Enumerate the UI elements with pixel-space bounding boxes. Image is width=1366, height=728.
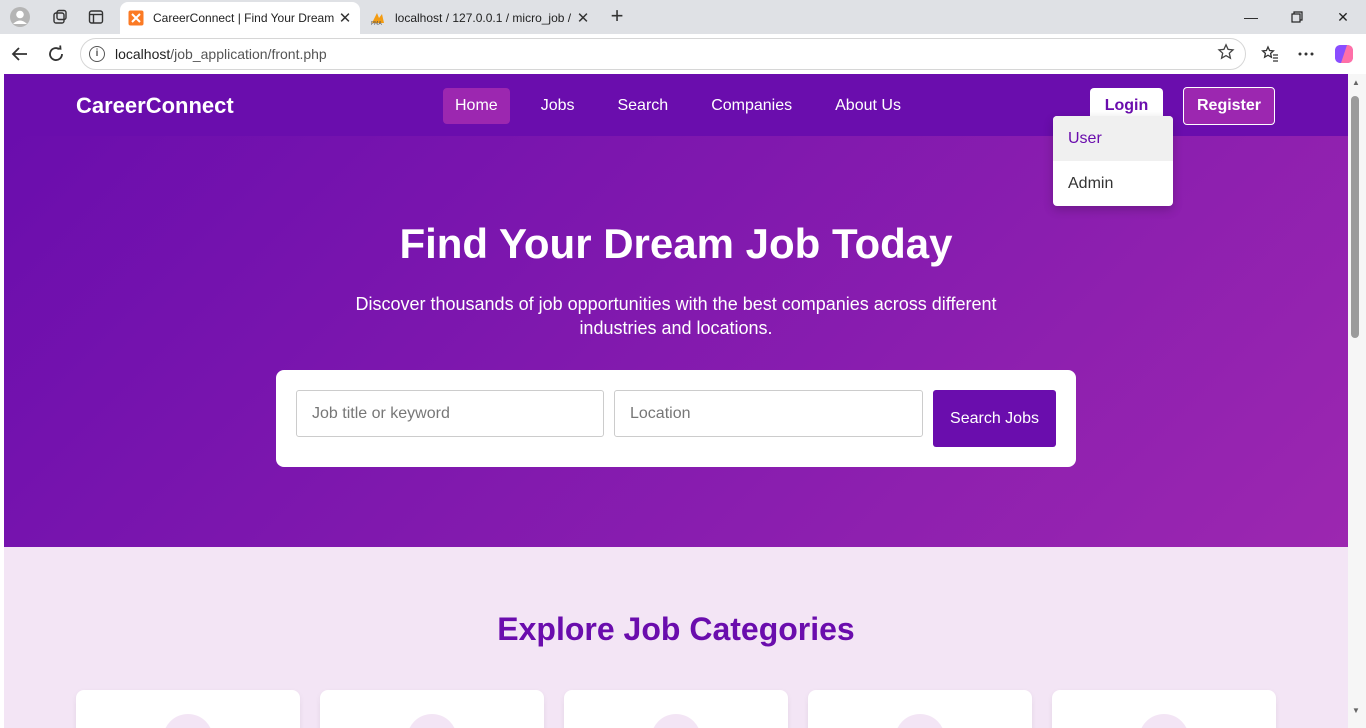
dropdown-item-admin[interactable]: Admin (1053, 161, 1173, 206)
tab-actions-icon[interactable] (83, 5, 109, 29)
close-tab-icon[interactable]: ✕ (572, 9, 594, 27)
nav-home[interactable]: Home (443, 88, 510, 124)
category-icon (651, 714, 701, 728)
nav-search[interactable]: Search (605, 88, 680, 124)
browser-tab-bar: CareerConnect | Find Your Dream Job ✕ PM… (0, 0, 1366, 34)
restore-icon[interactable] (1274, 0, 1320, 34)
url-path: /job_application/front.php (170, 46, 327, 62)
scroll-down-icon[interactable]: ▼ (1351, 706, 1361, 715)
location-input[interactable] (614, 390, 923, 437)
minimize-icon[interactable]: — (1228, 0, 1274, 34)
scroll-up-icon[interactable]: ▲ (1351, 78, 1361, 87)
new-tab-icon[interactable]: + (604, 4, 630, 30)
close-tab-icon[interactable]: ✕ (334, 9, 356, 27)
nav-jobs[interactable]: Jobs (529, 88, 587, 124)
address-bar-row: i localhost/job_application/front.php (0, 34, 1366, 74)
category-icon (895, 714, 945, 728)
nav-about-us[interactable]: About Us (823, 88, 913, 124)
tab-title: CareerConnect | Find Your Dream Job (153, 11, 334, 25)
more-menu-icon[interactable] (1292, 40, 1320, 68)
hero-subtitle: Discover thousands of job opportunities … (355, 294, 997, 338)
login-dropdown-menu: User Admin (1053, 116, 1173, 206)
refresh-icon[interactable] (42, 40, 70, 68)
keyword-input[interactable] (296, 390, 604, 437)
category-icon (407, 714, 457, 728)
page-scrollbar[interactable]: ▲ ▼ (1348, 74, 1366, 728)
tab-phpmyadmin[interactable]: PMA localhost / 127.0.0.1 / micro_job / … (362, 2, 598, 34)
url-host: localhost (115, 46, 171, 62)
site-info-icon[interactable]: i (89, 46, 105, 62)
phpmyadmin-favicon-icon: PMA (370, 10, 386, 27)
site-logo[interactable]: CareerConnect (76, 93, 234, 119)
tab-careerconnect[interactable]: CareerConnect | Find Your Dream Job ✕ (120, 2, 360, 34)
category-card[interactable] (76, 690, 300, 728)
hero-title: Find Your Dream Job Today (399, 220, 953, 267)
category-card[interactable] (564, 690, 788, 728)
close-window-icon[interactable]: ✕ (1320, 0, 1366, 34)
back-icon[interactable] (6, 40, 34, 68)
register-button[interactable]: Register (1183, 87, 1275, 125)
category-card[interactable] (1052, 690, 1276, 728)
scrollbar-thumb[interactable] (1351, 96, 1359, 338)
category-card[interactable] (808, 690, 1032, 728)
nav-companies[interactable]: Companies (699, 88, 804, 124)
category-icon (163, 714, 213, 728)
job-search-box: Search Jobs (276, 370, 1076, 467)
tab-title: localhost / 127.0.0.1 / micro_job / ... (395, 11, 572, 25)
page-viewport: CareerConnect Home Jobs Search Companies… (4, 74, 1348, 728)
dropdown-item-user[interactable]: User (1053, 116, 1173, 161)
category-card[interactable] (320, 690, 544, 728)
xampp-favicon-icon (128, 10, 144, 26)
favorites-icon[interactable] (1256, 40, 1284, 68)
svg-text:PMA: PMA (371, 21, 382, 26)
profile-icon[interactable] (7, 5, 33, 29)
copilot-icon[interactable] (1330, 40, 1358, 68)
main-nav: Home Jobs Search Companies About Us (443, 88, 932, 124)
search-jobs-button[interactable]: Search Jobs (933, 390, 1056, 447)
favorite-star-icon[interactable] (1217, 42, 1237, 66)
category-icon (1139, 714, 1189, 728)
categories-title: Explore Job Categories (497, 611, 855, 647)
url-text[interactable]: localhost/job_application/front.php (115, 46, 1217, 62)
workspaces-icon[interactable] (47, 5, 73, 29)
url-bar[interactable]: i localhost/job_application/front.php (80, 38, 1246, 70)
